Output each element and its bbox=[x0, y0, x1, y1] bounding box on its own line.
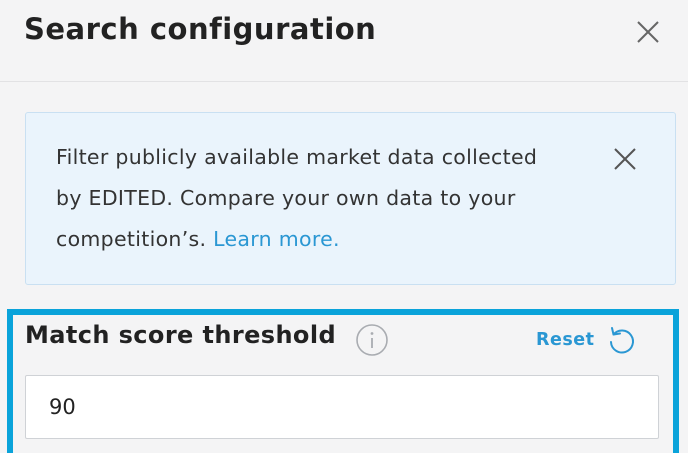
dismiss-banner-button[interactable] bbox=[609, 143, 641, 175]
learn-more-link[interactable]: Learn more. bbox=[213, 227, 340, 251]
match-score-input[interactable] bbox=[25, 375, 659, 439]
close-icon bbox=[637, 21, 659, 43]
close-icon bbox=[614, 148, 636, 170]
info-icon[interactable] bbox=[355, 323, 389, 357]
reset-button[interactable]: Reset bbox=[536, 323, 637, 357]
match-score-section: Match score threshold Reset bbox=[7, 309, 679, 453]
info-banner: Filter publicly available market data co… bbox=[25, 112, 676, 285]
reset-label: Reset bbox=[536, 330, 595, 350]
dialog-title: Search configuration bbox=[24, 12, 377, 46]
reset-icon bbox=[609, 327, 634, 354]
match-score-label: Match score threshold bbox=[25, 321, 337, 349]
close-dialog-button[interactable] bbox=[632, 16, 664, 48]
banner-text: Filter publicly available market data co… bbox=[56, 137, 556, 260]
dialog-header: Search configuration bbox=[0, 0, 688, 82]
